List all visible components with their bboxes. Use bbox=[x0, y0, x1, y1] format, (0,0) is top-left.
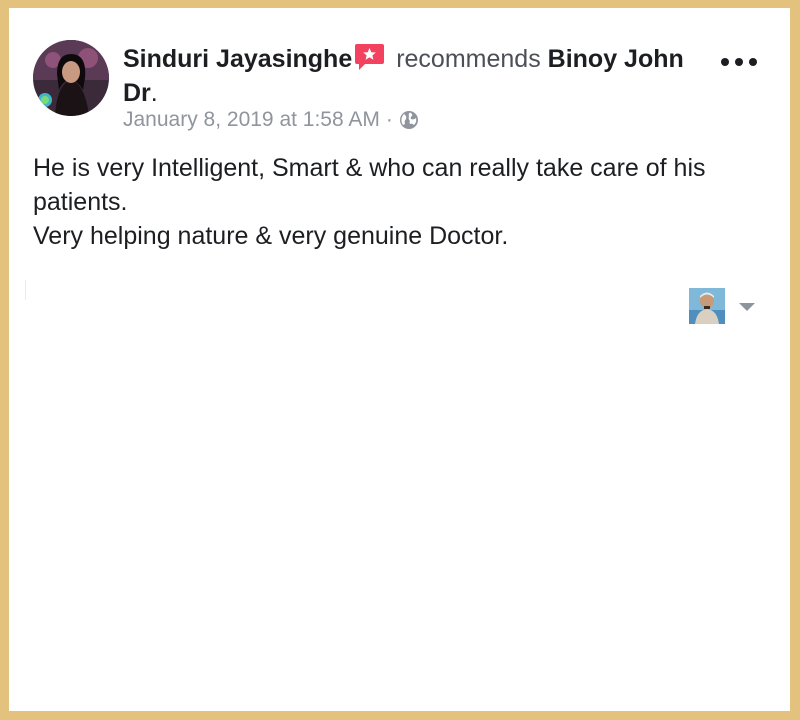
post-card: Sinduri Jayasinghe recommends Binoy John… bbox=[9, 8, 790, 711]
author-name[interactable]: Sinduri Jayasinghe bbox=[123, 45, 352, 73]
meta-separator: · bbox=[385, 108, 393, 131]
recommendation-star-icon bbox=[354, 43, 385, 71]
divider bbox=[25, 280, 26, 300]
more-options-icon[interactable] bbox=[721, 52, 757, 72]
page-profile-thumbnail[interactable] bbox=[689, 288, 725, 324]
post-body-line: He is very Intelligent, Smart & who can … bbox=[33, 154, 706, 216]
post-meta: January 8, 2019 at 1:58 AM · bbox=[123, 107, 419, 133]
recommends-verb: recommends bbox=[396, 45, 541, 73]
post-header: Sinduri Jayasinghe recommends Binoy John… bbox=[123, 42, 703, 110]
target-suffix: . bbox=[150, 79, 158, 107]
author-avatar[interactable] bbox=[33, 40, 109, 116]
post-timestamp[interactable]: January 8, 2019 at 1:58 AM bbox=[123, 107, 380, 133]
post-body-line: Very helping nature & very genuine Docto… bbox=[33, 222, 509, 250]
post-body: He is very Intelligent, Smart & who can … bbox=[33, 151, 763, 253]
caret-down-icon[interactable] bbox=[739, 303, 755, 311]
globe-icon[interactable] bbox=[399, 110, 419, 130]
